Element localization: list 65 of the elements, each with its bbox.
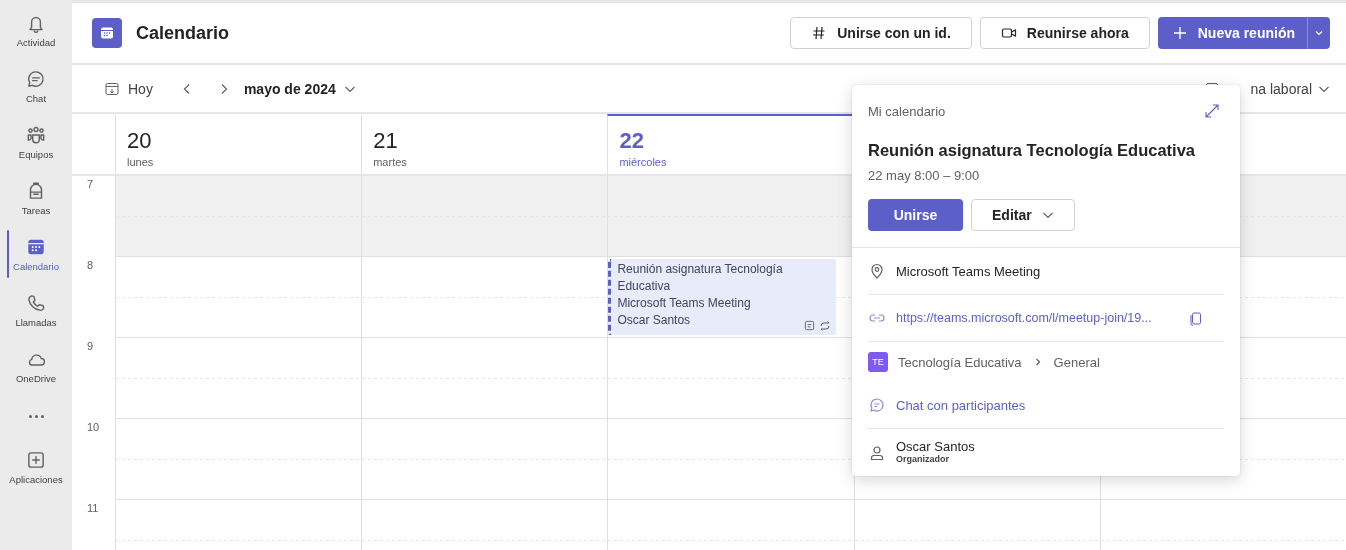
location-text: Microsoft Teams Meeting (896, 263, 1041, 279)
month-picker[interactable]: mayo de 2024 (243, 80, 356, 97)
add-app-icon (25, 449, 47, 471)
calendar-cell[interactable] (361, 338, 608, 419)
event-organizer: Oscar Santos (617, 312, 691, 329)
calendar-cell[interactable] (115, 338, 362, 419)
sidebar-item[interactable]: Tareas (0, 172, 72, 228)
phone-icon (25, 292, 47, 314)
sidebar-item[interactable]: Equipos (0, 116, 72, 172)
hour-label: 8 (87, 259, 94, 271)
event-time: 22 may 8:00 – 9:00 (868, 168, 981, 183)
chat-icon (25, 68, 47, 90)
header-button[interactable]: Reunirse ahora (979, 17, 1150, 49)
plus-icon (1171, 25, 1188, 41)
calendar-glyph-icon (99, 25, 115, 41)
sidebar-item[interactable]: Aplicaciones (0, 441, 72, 497)
hour-label: 7 (87, 178, 94, 190)
new-meeting-button[interactable]: Nueva reunión (1157, 17, 1308, 49)
hour-label: 10 (87, 421, 100, 433)
calendar-cell[interactable] (115, 257, 362, 338)
team-avatar: TE (868, 352, 888, 372)
today-button[interactable]: Hoy (104, 80, 153, 97)
day-header[interactable]: 21 martes (361, 114, 608, 174)
note-icon (803, 320, 815, 331)
organizer-name: Oscar Santos (896, 439, 975, 454)
chat-link[interactable]: Chat con participantes (896, 397, 1026, 413)
calendar-name: Mi calendario (868, 103, 946, 119)
calendar-cell[interactable] (607, 338, 854, 419)
calendar-cell[interactable] (115, 176, 362, 257)
event-location: Microsoft Teams Meeting (617, 295, 751, 312)
calendar-cell[interactable] (361, 176, 608, 257)
calendar-today-icon (104, 80, 120, 97)
sidebar-item[interactable]: Llamadas (0, 284, 72, 340)
video-camera-icon (1000, 25, 1017, 41)
sidebar-item[interactable]: OneDrive (0, 340, 72, 396)
hour-label: 11 (87, 502, 99, 514)
event-title: Reunión asignatura Tecnología Educativa (617, 261, 784, 295)
calendar-cell[interactable] (361, 419, 608, 500)
hash-icon (811, 25, 828, 41)
calendar-cell[interactable] (115, 419, 362, 500)
calendar-cell[interactable] (607, 176, 854, 257)
calendar-cell[interactable] (607, 419, 854, 500)
organizer-role: Organizador (896, 454, 950, 464)
page-title: Calendario (136, 22, 231, 44)
sidebar-item[interactable]: Calendario (0, 228, 72, 284)
sidebar-item[interactable]: Actividad (0, 4, 72, 60)
hour-label: 9 (87, 340, 94, 352)
copy-icon (1188, 310, 1204, 326)
calendar-cell[interactable] (361, 257, 608, 338)
people-icon (25, 124, 47, 146)
chat-icon (868, 396, 886, 414)
expand-icon (1204, 103, 1220, 119)
dropdown-button[interactable] (1308, 17, 1330, 49)
event-title: Reunión asignatura Tecnología Educativa (868, 141, 1196, 160)
edit-button[interactable]: Editar (971, 199, 1075, 231)
meeting-link[interactable]: https://teams.microsoft.com/l/meetup-join/19... (896, 311, 1178, 325)
channel-name: General (1053, 354, 1100, 370)
repeat-icon (818, 320, 831, 332)
header-button[interactable]: Unirse con un id. (790, 17, 972, 49)
sidebar-item[interactable]: Chat (0, 60, 72, 116)
join-button[interactable]: Unirse (868, 199, 963, 231)
person-icon (868, 443, 886, 462)
day-header[interactable]: 20 lunes (115, 114, 362, 174)
location-pin-icon (868, 262, 886, 280)
team-name: Tecnología Educativa (898, 354, 1022, 370)
